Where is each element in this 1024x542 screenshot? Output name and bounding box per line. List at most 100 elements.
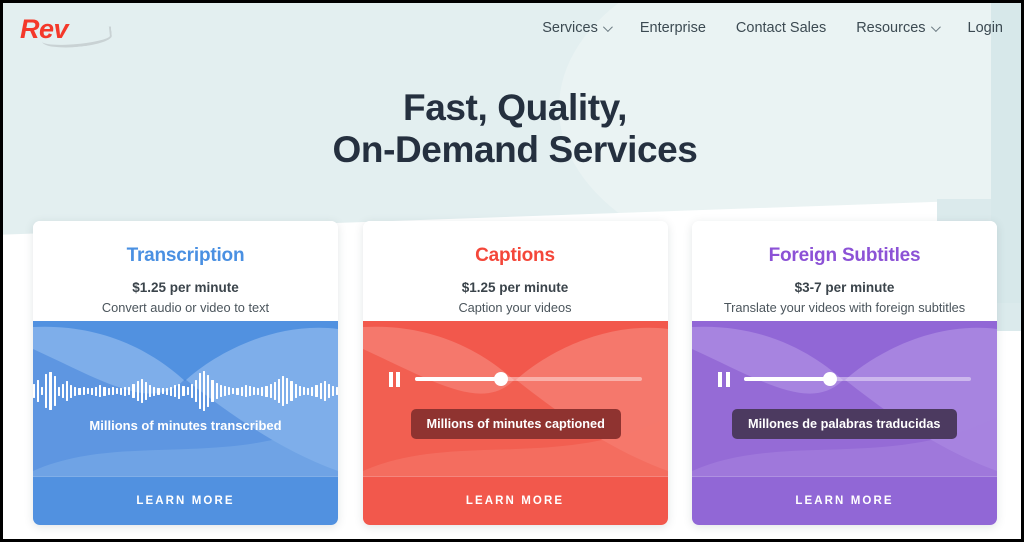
- nav-item-enterprise[interactable]: Enterprise: [640, 20, 706, 36]
- service-card-captions[interactable]: Captions $1.25 per minute Caption your vid…: [362, 221, 668, 525]
- card-description: Translate your videos with foreign subti…: [723, 300, 966, 315]
- waveform-bar: [302, 387, 306, 395]
- main-navigation: Services Enterprise Contact Sales Resources…: [542, 20, 1003, 36]
- waveform-bar: [282, 376, 285, 406]
- learn-more-button[interactable]: LEARN MORE: [692, 476, 997, 525]
- card-header: Foreign Subtitles $3-7 per minute Translat…: [692, 221, 997, 321]
- waveform-bar: [244, 385, 247, 397]
- progress-slider-knob[interactable]: [493, 372, 508, 386]
- waveform-bar: [144, 382, 148, 400]
- logo-text: Rev: [20, 14, 69, 44]
- media-player-controls[interactable]: [388, 369, 642, 389]
- waveform-bar: [219, 385, 222, 397]
- waveform-bar: [103, 386, 106, 396]
- nav-item-login[interactable]: Login: [968, 20, 1003, 36]
- progress-slider[interactable]: [414, 372, 642, 386]
- page-root: Rev Services Enterprise Contact Sales Resou…: [0, 0, 1024, 542]
- waveform-bar: [90, 387, 94, 395]
- waveform-bar: [99, 385, 102, 397]
- waveform-bar: [327, 384, 330, 398]
- service-card-transcription[interactable]: Transcription $1.25 per minute Convert aud…: [33, 221, 338, 525]
- waveform-bar: [74, 386, 77, 396]
- progress-slider-knob[interactable]: [823, 372, 838, 386]
- learn-more-label: LEARN MORE: [795, 495, 894, 507]
- nav-item-label: Enterprise: [639, 20, 706, 36]
- waveform-bar: [140, 379, 143, 403]
- waveform-bar: [57, 386, 60, 396]
- waveform-bar: [178, 383, 181, 399]
- waveform-bar: [248, 386, 251, 396]
- waveform-bar: [182, 386, 185, 396]
- chevron-down-icon: [930, 21, 941, 32]
- card-header: Captions $1.25 per minute Caption your vid…: [362, 221, 668, 321]
- waveform-bar: [132, 384, 135, 398]
- card-title: Captions: [475, 245, 555, 266]
- progress-slider[interactable]: [744, 372, 971, 386]
- waveform-bar: [53, 376, 56, 406]
- media-player-controls[interactable]: [718, 369, 971, 389]
- waveform-bar: [169, 386, 173, 396]
- nav-item-label: Resources: [856, 20, 926, 36]
- waveform-bar: [265, 385, 268, 397]
- waveform-bar: [307, 387, 310, 395]
- headline-line-2: On-Demand Services: [332, 129, 698, 170]
- waveform-bar: [194, 380, 197, 402]
- nav-item-resources[interactable]: Resources: [856, 20, 941, 36]
- card-price: $1.25 per minute: [461, 280, 569, 295]
- card-description: Caption your videos: [458, 300, 572, 315]
- waveform-bar: [203, 371, 206, 411]
- waveform-bar: [86, 388, 89, 394]
- progress-slider-fill: [414, 377, 501, 381]
- pause-icon[interactable]: [718, 371, 730, 387]
- waveform-bar: [157, 387, 160, 395]
- waveform-bar: [286, 378, 289, 404]
- nav-item-services[interactable]: Services: [542, 20, 613, 36]
- nav-item-label: Login: [967, 20, 1003, 36]
- card-visual: Millones de palabras traducidas: [692, 321, 997, 476]
- learn-more-label: LEARN MORE: [465, 495, 565, 507]
- waveform-bar: [128, 387, 131, 395]
- waveform-bar: [336, 387, 338, 395]
- card-wave-graphic: [362, 326, 668, 476]
- waveform-bar: [298, 386, 301, 396]
- learn-more-button[interactable]: LEARN MORE: [362, 476, 668, 525]
- nav-item-contact-sales[interactable]: Contact Sales: [736, 20, 826, 36]
- card-price: $1.25 per minute: [132, 280, 239, 295]
- waveform-bar: [253, 387, 256, 395]
- caption-chip: Millions of minutes captioned: [410, 409, 621, 439]
- waveform-bar: [95, 386, 98, 396]
- card-title: Transcription: [126, 245, 245, 266]
- audio-waveform: [33, 368, 338, 414]
- waveform-bar: [36, 380, 40, 402]
- rev-logo[interactable]: Rev: [20, 14, 113, 51]
- waveform-bar: [207, 375, 210, 407]
- waveform-bar: [294, 384, 297, 398]
- waveform-bar: [257, 387, 260, 395]
- waveform-bar: [186, 387, 189, 395]
- waveform-bar: [319, 383, 322, 399]
- learn-more-button[interactable]: LEARN MORE: [33, 476, 338, 525]
- waveform-bar: [174, 385, 177, 397]
- waveform-bar: [211, 380, 214, 402]
- waveform-bar: [331, 386, 335, 396]
- page-title: Fast, Quality, On-Demand Services: [3, 87, 1021, 171]
- site-header: Rev Services Enterprise Contact Sales Resou…: [3, 3, 1021, 61]
- card-description: Convert audio or video to text: [101, 300, 270, 315]
- waveform-bar: [120, 387, 123, 395]
- progress-slider-fill: [744, 377, 831, 381]
- nav-item-label: Contact Sales: [735, 20, 827, 36]
- service-card-foreign-subtitles[interactable]: Foreign Subtitles $3-7 per minute Translat…: [692, 221, 997, 525]
- waveform-bar: [277, 379, 281, 403]
- card-title: Foreign Subtitles: [768, 245, 921, 266]
- card-overlay-label: Millions of minutes transcribed: [89, 418, 282, 433]
- waveform-bar: [70, 384, 73, 398]
- waveform-bar: [165, 387, 168, 395]
- pause-icon[interactable]: [388, 371, 401, 387]
- waveform-bar: [61, 384, 64, 398]
- waveform-bar: [190, 384, 193, 398]
- waveform-bar: [78, 387, 81, 395]
- service-cards: Transcription $1.25 per minute Convert aud…: [33, 221, 997, 526]
- chevron-down-icon: [602, 21, 613, 32]
- waveform-bar: [111, 387, 114, 395]
- waveform-bar: [290, 381, 293, 401]
